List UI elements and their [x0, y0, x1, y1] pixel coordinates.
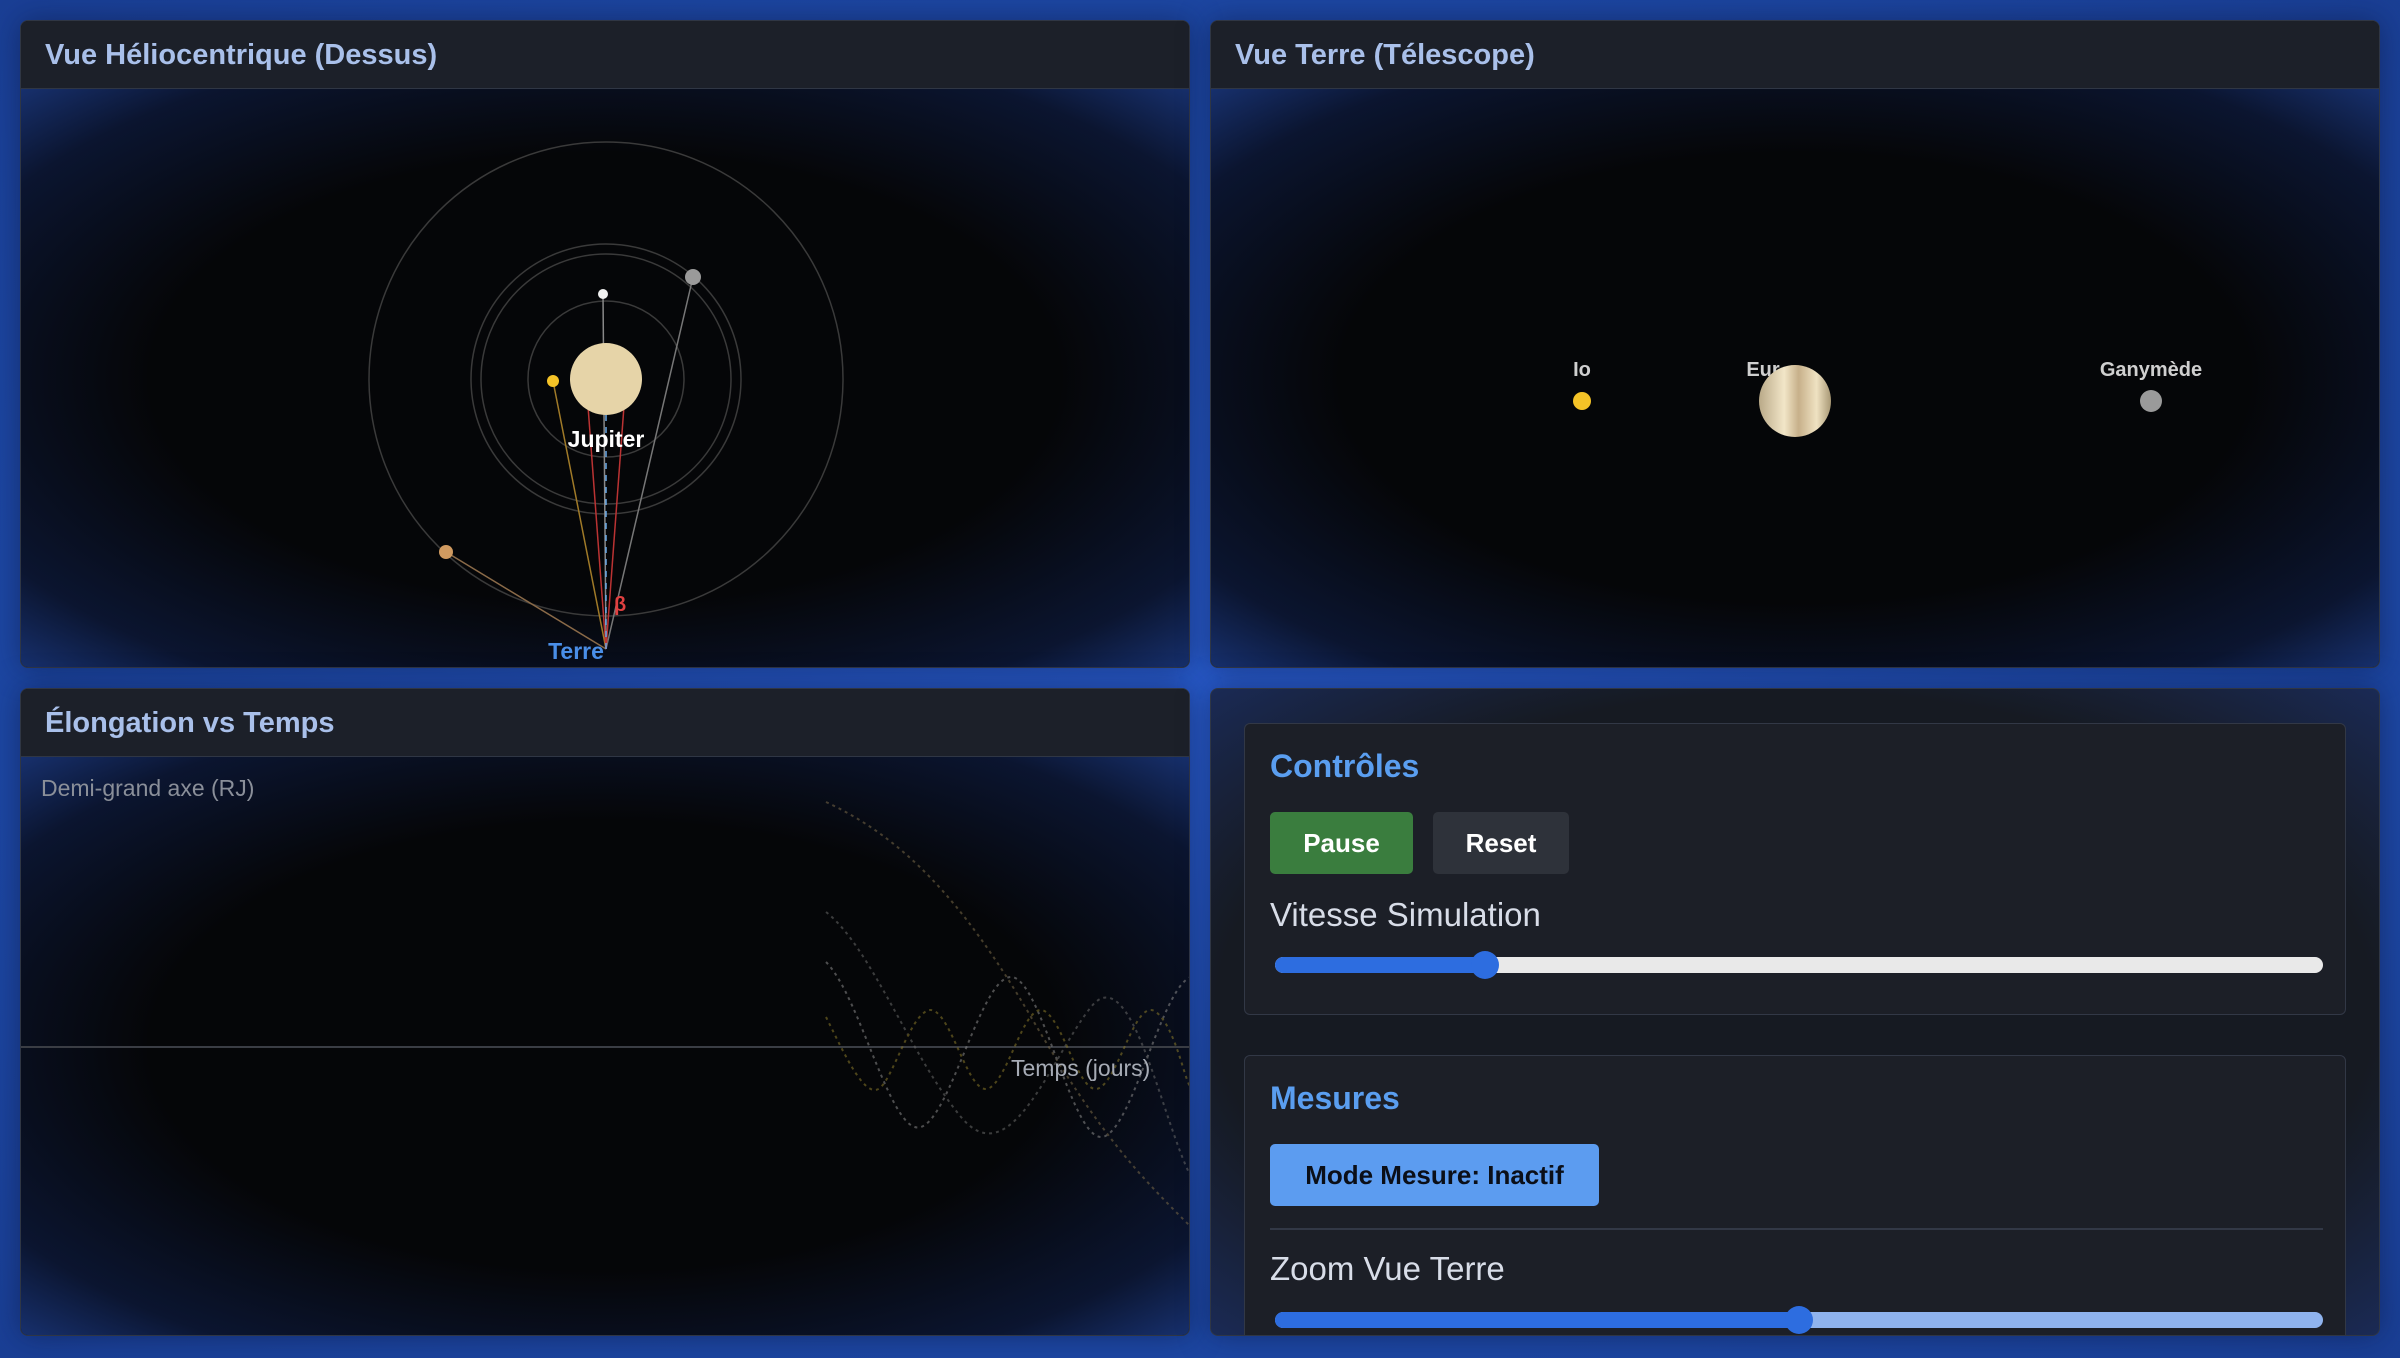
- speed-slider-fill: [1275, 957, 1485, 973]
- heliocentric-panel: Vue Héliocentrique (Dessus) Jupiter β Te…: [20, 20, 1190, 668]
- zoom-label: Zoom Vue Terre: [1270, 1250, 1505, 1287]
- elongation-title: Élongation vs Temps: [21, 689, 1189, 757]
- sight-line-io: [552, 380, 607, 650]
- moon-label-ganymede: Ganymède: [2100, 359, 2202, 381]
- telescope-panel: Vue Terre (Télescope) Io Eur Ganymède: [1210, 20, 2380, 668]
- elongation-panel: Élongation vs Temps Demi-grand axe (RJ) …: [20, 688, 1190, 1336]
- ganymede-icon: [685, 269, 701, 285]
- angle-beta-label: β: [614, 594, 626, 616]
- measures-section: Mesures Mode Mesure: Inactif Zoom Vue Te…: [1244, 1055, 2346, 1335]
- elongation-canvas: Demi-grand axe (RJ) Temps (jours): [21, 757, 1189, 1335]
- jupiter-disk-icon: [1759, 365, 1831, 437]
- orbit-diagram: Jupiter β Terre: [368, 141, 844, 664]
- reset-button[interactable]: Reset: [1433, 812, 1569, 874]
- telescope-canvas[interactable]: Io Eur Ganymède: [1211, 89, 2379, 667]
- jupiter-icon: [570, 343, 642, 415]
- elongation-chart: [21, 801, 1189, 1227]
- telescope-view: Io Eur Ganymède: [1573, 359, 2202, 437]
- zoom-slider-thumb[interactable]: [1785, 1306, 1813, 1334]
- earth-label: Terre: [548, 638, 604, 664]
- moon-ganymede-icon: [2140, 390, 2162, 412]
- speed-slider[interactable]: [1275, 951, 2323, 979]
- zoom-slider-fill: [1275, 1312, 1799, 1328]
- pause-button[interactable]: Pause: [1270, 812, 1413, 874]
- measure-mode-button[interactable]: Mode Mesure: Inactif: [1270, 1144, 1599, 1206]
- measures-divider: [1270, 1228, 2323, 1230]
- controls-section: Contrôles Pause Reset Vitesse Simulation: [1244, 723, 2346, 1015]
- moon-label-io: Io: [1573, 359, 1591, 381]
- jupiter-label: Jupiter: [568, 426, 645, 452]
- zoom-slider[interactable]: [1275, 1306, 2323, 1334]
- moon-io-icon: [1573, 392, 1591, 410]
- telescope-title: Vue Terre (Télescope): [1211, 21, 2379, 89]
- curve-callisto: [825, 801, 1189, 1227]
- europa-icon: [598, 289, 608, 299]
- io-icon: [547, 375, 559, 387]
- speed-label: Vitesse Simulation: [1270, 896, 1541, 933]
- controls-panel: Contrôles Pause Reset Vitesse Simulation…: [1210, 688, 2380, 1336]
- callisto-icon: [439, 545, 453, 559]
- measures-title: Mesures: [1270, 1080, 1400, 1116]
- heliocentric-title: Vue Héliocentrique (Dessus): [21, 21, 1189, 89]
- x-axis-label: Temps (jours): [1011, 1055, 1151, 1081]
- speed-slider-thumb[interactable]: [1470, 951, 1499, 979]
- sight-line-callisto: [445, 551, 607, 650]
- heliocentric-canvas[interactable]: Jupiter β Terre: [21, 89, 1189, 667]
- curve-ganymede: [825, 911, 1189, 1176]
- controls-title: Contrôles: [1270, 748, 1420, 784]
- curve-europa: [825, 961, 1189, 1139]
